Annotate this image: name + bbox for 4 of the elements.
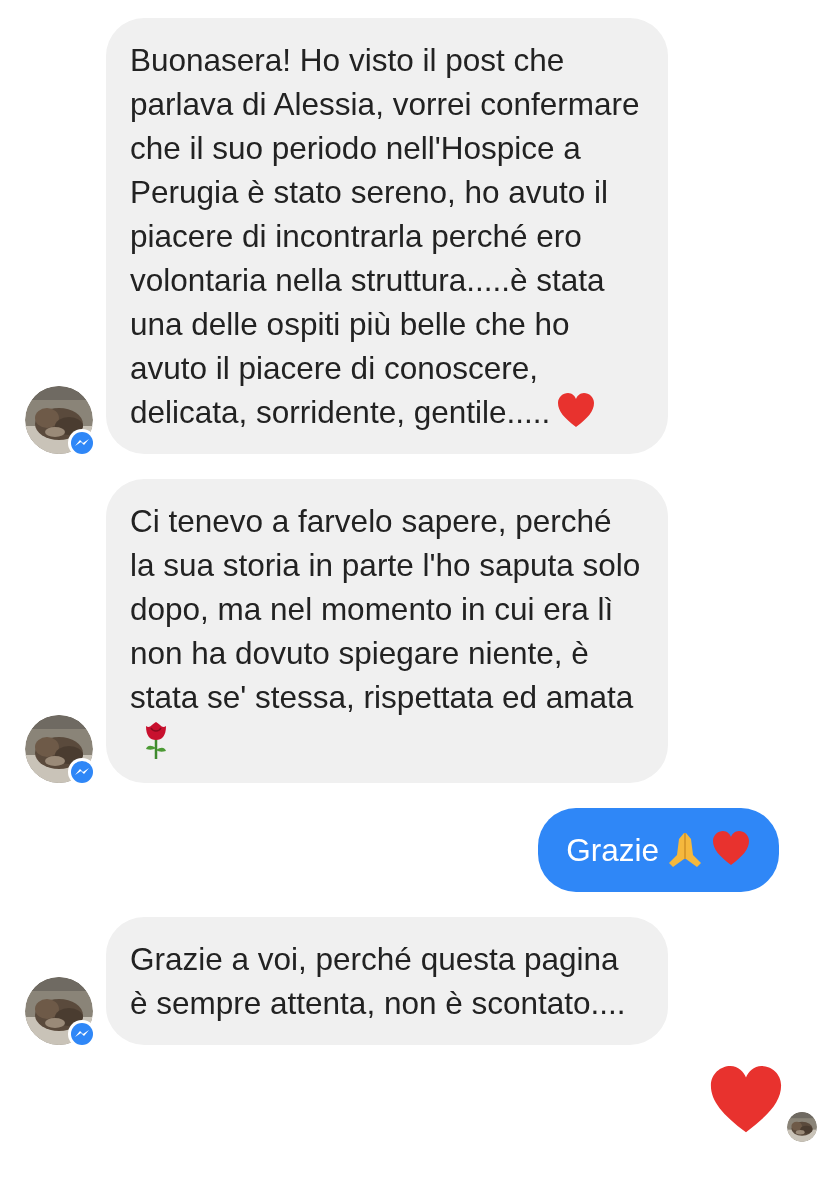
message-bubble: Grazie xyxy=(538,808,779,892)
message-bubble: Ci tenevo a farvelo sapere, perché la sua storia in parte l'ho saputa solo dopo, ma nel momento in cui era lì non ha dovuto spiegare niente, è stata se' stessa, rispettata ed amata xyxy=(106,479,668,783)
message-bubble: Buonasera! Ho visto il post che parlava di Alessia, vorrei confermare che il suo periodo nell'Hospice a Perugia è stato sereno, ho avuto il piacere di incontrarla perché ero volontaria nella struttura.....è stata una delle ospiti più belle che ho avuto il piacere di conoscere, delicata, sorridente, gentile..... xyxy=(106,18,668,454)
message-bubble: Grazie a voi, perché questa pagina è sempre attenta, non è scontato.... xyxy=(106,917,668,1045)
